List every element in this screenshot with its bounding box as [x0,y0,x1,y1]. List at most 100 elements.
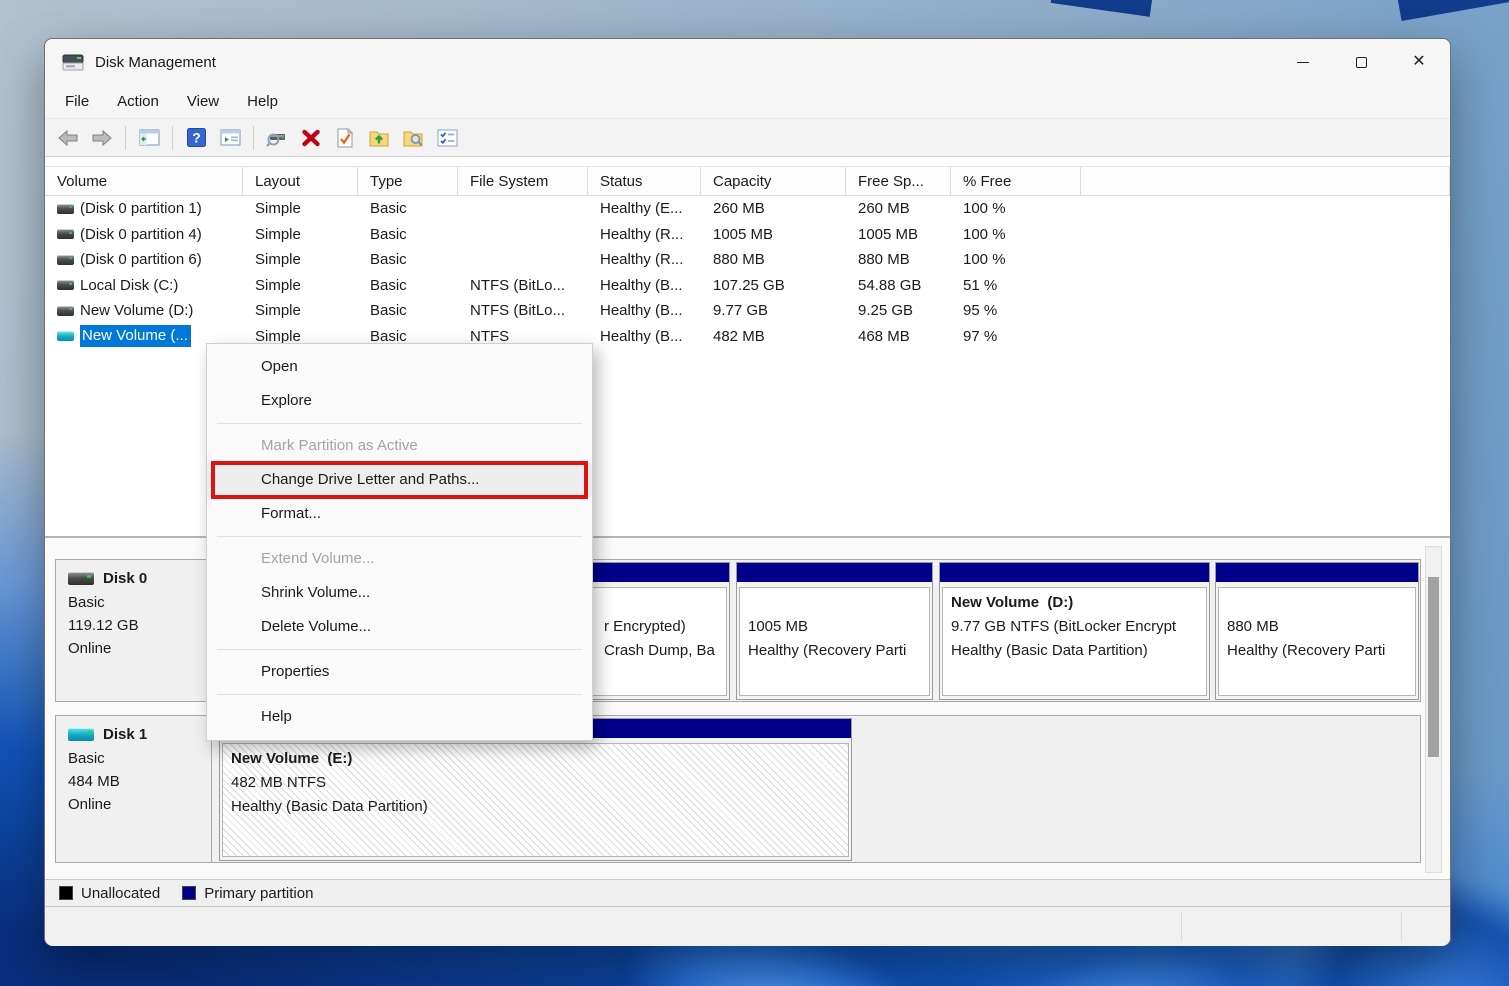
table-row[interactable]: (Disk 0 partition 1) Simple Basic Health… [45,196,1450,222]
disk-icon [68,728,94,741]
menu-item-help[interactable]: Help [207,700,592,734]
disk-1-info[interactable]: Disk 1 Basic 484 MB Online [56,716,212,862]
column-header-percent-free[interactable]: % Free [951,167,1081,195]
volume-context-menu: Open Explore Mark Partition as Active Ch… [206,343,593,741]
menu-bar: File Action View Help [45,85,1450,119]
back-icon[interactable] [53,124,83,152]
disk-view-icon[interactable] [262,124,292,152]
table-row[interactable]: Local Disk (C:) Simple Basic NTFS (BitLo… [45,273,1450,299]
menu-help[interactable]: Help [233,88,292,115]
menu-item-change-drive-letter[interactable]: Change Drive Letter and Paths... [207,463,592,497]
maximize-icon [1356,57,1367,68]
menu-item-open[interactable]: Open [207,350,592,384]
cell-percent-free: 51 % [951,277,1081,294]
minimize-icon [1297,62,1309,63]
cell-capacity: 107.25 GB [701,277,846,294]
column-header-capacity[interactable]: Capacity [701,167,846,195]
column-header-file-system[interactable]: File System [458,167,588,195]
cell-status: Healthy (R... [588,251,701,268]
cell-percent-free: 100 % [951,200,1081,217]
check-document-icon[interactable] [330,124,360,152]
column-header-layout[interactable]: Layout [243,167,358,195]
cell-file-system: NTFS (BitLo... [458,277,588,294]
disk-drive-icon [61,53,85,72]
menu-item-explore[interactable]: Explore [207,384,592,418]
cell-capacity: 482 MB [701,328,846,345]
partition-recovery-2[interactable]: 880 MB Healthy (Recovery Parti [1215,562,1419,700]
forward-icon[interactable] [87,124,117,152]
column-header-free-space[interactable]: Free Sp... [846,167,951,195]
menu-file[interactable]: File [51,88,103,115]
menu-item-format[interactable]: Format... [207,497,592,531]
console-tree-icon[interactable] [134,124,164,152]
volume-name: New Volume (... [80,325,191,347]
disk-icon [68,572,94,585]
cell-free-space: 260 MB [846,200,951,217]
scrollbar-thumb[interactable] [1428,577,1439,757]
cell-layout: Simple [243,302,358,319]
menu-item-delete-volume[interactable]: Delete Volume... [207,610,592,644]
partition-status: Healthy (Basic Data Partition) [231,795,840,819]
minimize-button[interactable] [1274,39,1332,85]
view-options-icon[interactable] [432,124,462,152]
volume-icon [57,229,74,239]
partition-size: 482 MB NTFS [231,771,840,795]
table-row[interactable]: (Disk 0 partition 6) Simple Basic Health… [45,247,1450,273]
column-header-type[interactable]: Type [358,167,458,195]
help-icon[interactable]: ? [181,124,211,152]
cell-type: Basic [358,251,458,268]
partition-label [1227,591,1407,615]
cell-free-space: 880 MB [846,251,951,268]
status-divider [1401,912,1402,941]
partition-recovery-1[interactable]: 1005 MB Healthy (Recovery Parti [736,562,933,700]
partition-status: Healthy (Recovery Parti [748,639,921,663]
disk-0-info[interactable]: Disk 0 Basic 119.12 GB Online [56,560,212,701]
table-row[interactable]: (Disk 0 partition 4) Simple Basic Health… [45,222,1450,248]
partition-status: Healthy (Recovery Parti [1227,639,1407,663]
volume-icon [57,280,74,290]
table-row[interactable]: New Volume (D:) Simple Basic NTFS (BitLo… [45,298,1450,324]
folder-search-icon[interactable] [398,124,428,152]
action-pane-icon[interactable] [215,124,245,152]
cell-status: Healthy (B... [588,277,701,294]
vertical-scrollbar[interactable] [1425,546,1442,873]
partition-new-volume-d[interactable]: New Volume (D:) 9.77 GB NTFS (BitLocker … [939,562,1210,700]
cell-status: Healthy (E... [588,200,701,217]
column-header-volume[interactable]: Volume [45,167,243,195]
delete-icon[interactable] [296,124,326,152]
close-button[interactable]: ✕ [1390,39,1448,85]
cell-free-space: 9.25 GB [846,302,951,319]
disk-size: 484 MB [68,770,211,793]
cell-file-system: NTFS (BitLo... [458,302,588,319]
toolbar-separator [172,126,173,150]
menu-action[interactable]: Action [103,88,173,115]
cell-status: Healthy (B... [588,328,701,345]
menu-item-shrink-volume[interactable]: Shrink Volume... [207,576,592,610]
menu-item-properties[interactable]: Properties [207,655,592,689]
disk-size: 119.12 GB [68,614,211,637]
maximize-button[interactable] [1332,39,1390,85]
partition-size: 880 MB [1227,615,1407,639]
cell-percent-free: 100 % [951,226,1081,243]
partition-status: Healthy (Basic Data Partition) [951,639,1198,663]
partition-size: 1005 MB [748,615,921,639]
primary-partition-bar [940,563,1209,582]
svg-text:?: ? [192,130,201,146]
folder-open-icon[interactable] [364,124,394,152]
column-header-status[interactable]: Status [588,167,701,195]
menu-separator [217,694,582,695]
title-bar[interactable]: Disk Management ✕ [45,39,1450,85]
cell-layout: Simple [243,226,358,243]
menu-view[interactable]: View [173,88,233,115]
cell-free-space: 54.88 GB [846,277,951,294]
partition-label [748,591,921,615]
cell-layout: Simple [243,277,358,294]
menu-separator [217,649,582,650]
legend-primary-partition-label: Primary partition [204,885,313,902]
disk-type: Basic [68,747,211,770]
cell-capacity: 1005 MB [701,226,846,243]
volume-name: (Disk 0 partition 1) [80,200,202,217]
legend-unallocated-label: Unallocated [81,885,160,902]
primary-partition-bar [737,563,932,582]
status-divider [1181,912,1182,941]
